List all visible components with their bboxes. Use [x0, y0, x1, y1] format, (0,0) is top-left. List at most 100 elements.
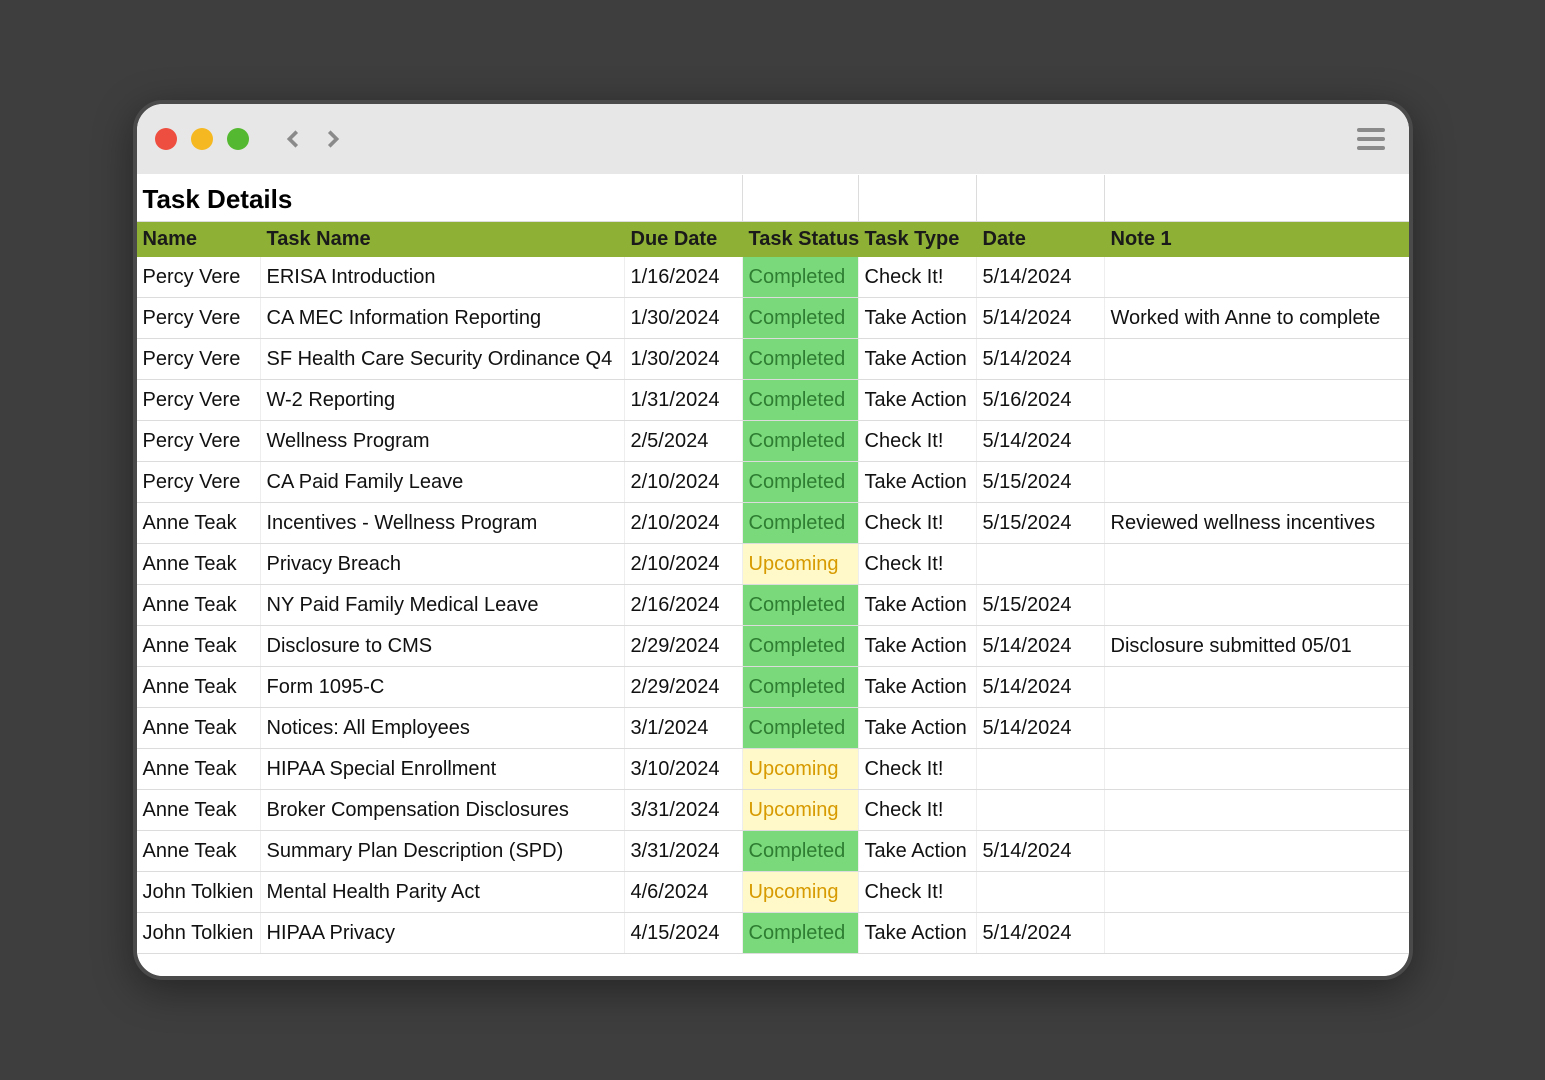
cell-task-name[interactable]: Form 1095-C — [261, 667, 625, 707]
cell-note-1[interactable]: Reviewed wellness incentives — [1105, 503, 1409, 543]
cell-due-date[interactable]: 2/5/2024 — [625, 421, 743, 461]
cell-task-name[interactable]: ERISA Introduction — [261, 257, 625, 297]
table-row[interactable]: Percy VereWellness Program2/5/2024Comple… — [137, 421, 1409, 462]
cell-task-status[interactable]: Upcoming — [743, 544, 859, 584]
cell-date[interactable]: 5/15/2024 — [977, 503, 1105, 543]
table-row[interactable]: John TolkienHIPAA Privacy4/15/2024Comple… — [137, 913, 1409, 954]
table-row[interactable]: Anne TeakHIPAA Special Enrollment3/10/20… — [137, 749, 1409, 790]
cell-due-date[interactable]: 4/15/2024 — [625, 913, 743, 953]
cell-task-type[interactable]: Check It! — [859, 790, 977, 830]
cell-note-1[interactable] — [1105, 872, 1409, 912]
cell-name[interactable]: Percy Vere — [137, 380, 261, 420]
cell-task-status[interactable]: Completed — [743, 585, 859, 625]
cell-date[interactable]: 5/15/2024 — [977, 585, 1105, 625]
cell-task-name[interactable]: CA MEC Information Reporting — [261, 298, 625, 338]
col-due-date[interactable]: Due Date — [625, 222, 743, 257]
col-task-type[interactable]: Task Type — [859, 222, 977, 257]
table-row[interactable]: Percy VereERISA Introduction1/16/2024Com… — [137, 257, 1409, 298]
cell-note-1[interactable]: Worked with Anne to complete — [1105, 298, 1409, 338]
cell-due-date[interactable]: 2/10/2024 — [625, 462, 743, 502]
cell-task-status[interactable]: Upcoming — [743, 790, 859, 830]
table-row[interactable]: Anne TeakBroker Compensation Disclosures… — [137, 790, 1409, 831]
cell-task-type[interactable]: Take Action — [859, 708, 977, 748]
cell-due-date[interactable]: 2/10/2024 — [625, 544, 743, 584]
cell-task-name[interactable]: NY Paid Family Medical Leave — [261, 585, 625, 625]
cell-date[interactable]: 5/15/2024 — [977, 462, 1105, 502]
cell-date[interactable]: 5/14/2024 — [977, 626, 1105, 666]
cell-task-status[interactable]: Completed — [743, 339, 859, 379]
cell-task-type[interactable]: Take Action — [859, 667, 977, 707]
cell-name[interactable]: Percy Vere — [137, 421, 261, 461]
cell-name[interactable]: Anne Teak — [137, 790, 261, 830]
cell-note-1[interactable] — [1105, 585, 1409, 625]
cell-task-type[interactable]: Take Action — [859, 831, 977, 871]
cell-date[interactable]: 5/14/2024 — [977, 257, 1105, 297]
cell-due-date[interactable]: 3/31/2024 — [625, 790, 743, 830]
cell-task-type[interactable]: Check It! — [859, 257, 977, 297]
cell-task-name[interactable]: Disclosure to CMS — [261, 626, 625, 666]
cell-due-date[interactable]: 3/31/2024 — [625, 831, 743, 871]
nav-back-button[interactable] — [277, 122, 311, 156]
cell-task-status[interactable]: Upcoming — [743, 872, 859, 912]
cell-task-type[interactable]: Take Action — [859, 380, 977, 420]
cell-name[interactable]: Anne Teak — [137, 626, 261, 666]
cell-task-type[interactable]: Take Action — [859, 298, 977, 338]
cell-task-name[interactable]: SF Health Care Security Ordinance Q4 — [261, 339, 625, 379]
cell-task-name[interactable]: HIPAA Privacy — [261, 913, 625, 953]
cell-name[interactable]: Anne Teak — [137, 708, 261, 748]
cell-note-1[interactable] — [1105, 790, 1409, 830]
cell-task-status[interactable]: Completed — [743, 380, 859, 420]
table-row[interactable]: Percy VereCA MEC Information Reporting1/… — [137, 298, 1409, 339]
cell-due-date[interactable]: 3/1/2024 — [625, 708, 743, 748]
cell-due-date[interactable]: 2/29/2024 — [625, 667, 743, 707]
table-row[interactable]: Anne TeakSummary Plan Description (SPD)3… — [137, 831, 1409, 872]
cell-name[interactable]: Anne Teak — [137, 503, 261, 543]
cell-task-status[interactable]: Completed — [743, 667, 859, 707]
col-date[interactable]: Date — [977, 222, 1105, 257]
table-row[interactable]: Percy VereW-2 Reporting1/31/2024Complete… — [137, 380, 1409, 421]
cell-note-1[interactable] — [1105, 257, 1409, 297]
cell-name[interactable]: Percy Vere — [137, 462, 261, 502]
cell-task-type[interactable]: Take Action — [859, 585, 977, 625]
cell-task-type[interactable]: Take Action — [859, 339, 977, 379]
cell-due-date[interactable]: 1/16/2024 — [625, 257, 743, 297]
cell-date[interactable]: 5/14/2024 — [977, 339, 1105, 379]
cell-due-date[interactable]: 2/10/2024 — [625, 503, 743, 543]
cell-task-status[interactable]: Completed — [743, 421, 859, 461]
cell-note-1[interactable] — [1105, 339, 1409, 379]
cell-due-date[interactable]: 1/30/2024 — [625, 298, 743, 338]
cell-task-name[interactable]: HIPAA Special Enrollment — [261, 749, 625, 789]
cell-task-type[interactable]: Check It! — [859, 421, 977, 461]
cell-task-status[interactable]: Completed — [743, 503, 859, 543]
cell-name[interactable]: Percy Vere — [137, 298, 261, 338]
cell-date[interactable]: 5/16/2024 — [977, 380, 1105, 420]
table-row[interactable]: John TolkienMental Health Parity Act4/6/… — [137, 872, 1409, 913]
menu-button[interactable] — [1357, 128, 1385, 150]
cell-task-status[interactable]: Completed — [743, 626, 859, 666]
cell-task-status[interactable]: Completed — [743, 708, 859, 748]
cell-note-1[interactable] — [1105, 708, 1409, 748]
cell-name[interactable]: Anne Teak — [137, 544, 261, 584]
cell-task-status[interactable]: Upcoming — [743, 749, 859, 789]
cell-note-1[interactable] — [1105, 831, 1409, 871]
cell-due-date[interactable]: 4/6/2024 — [625, 872, 743, 912]
cell-task-name[interactable]: Privacy Breach — [261, 544, 625, 584]
cell-date[interactable]: 5/14/2024 — [977, 708, 1105, 748]
cell-date[interactable]: 5/14/2024 — [977, 913, 1105, 953]
cell-date[interactable]: 5/14/2024 — [977, 831, 1105, 871]
cell-task-name[interactable]: CA Paid Family Leave — [261, 462, 625, 502]
cell-due-date[interactable]: 2/16/2024 — [625, 585, 743, 625]
cell-note-1[interactable] — [1105, 749, 1409, 789]
cell-due-date[interactable]: 2/29/2024 — [625, 626, 743, 666]
cell-name[interactable]: John Tolkien — [137, 872, 261, 912]
cell-date[interactable] — [977, 790, 1105, 830]
cell-task-type[interactable]: Check It! — [859, 749, 977, 789]
cell-task-type[interactable]: Take Action — [859, 626, 977, 666]
cell-note-1[interactable] — [1105, 421, 1409, 461]
maximize-window-button[interactable] — [227, 128, 249, 150]
cell-due-date[interactable]: 1/30/2024 — [625, 339, 743, 379]
cell-date[interactable] — [977, 544, 1105, 584]
cell-due-date[interactable]: 3/10/2024 — [625, 749, 743, 789]
cell-date[interactable]: 5/14/2024 — [977, 667, 1105, 707]
cell-task-status[interactable]: Completed — [743, 257, 859, 297]
